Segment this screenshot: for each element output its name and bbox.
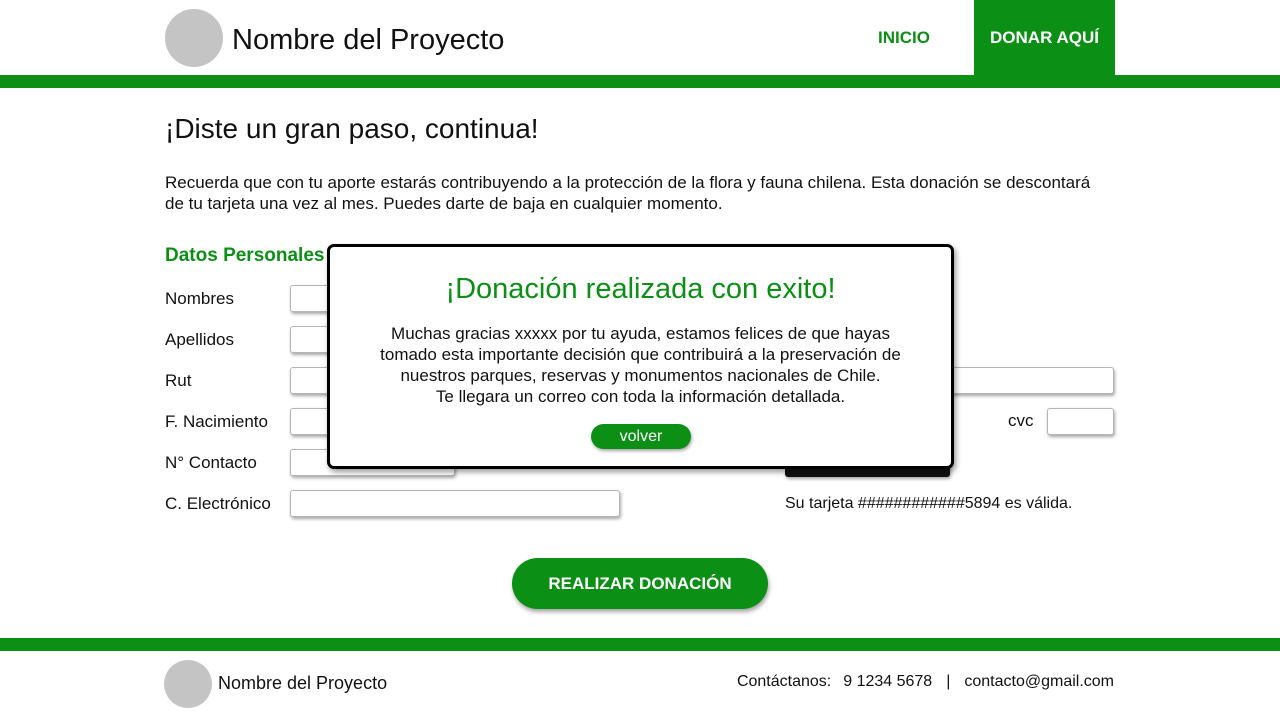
modal-title: ¡Donación realizada con exito!	[445, 273, 836, 305]
header-divider	[0, 75, 1280, 88]
site-header: Nombre del Proyecto INICIO DONAR AQUÍ	[0, 0, 1280, 75]
modal-line-4: Te llegara un correo con toda la informa…	[435, 387, 846, 406]
label-rut: Rut	[165, 371, 192, 390]
section-title-personal: Datos Personales	[165, 245, 325, 266]
footer-contact: Contáctanos: 9 1234 5678 | contacto@gmai…	[737, 673, 1114, 691]
email-input[interactable]	[290, 490, 620, 517]
cvc-input[interactable]	[1047, 408, 1114, 435]
card-status-text: Su tarjeta ############5894 es válida.	[785, 495, 1073, 512]
realizar-donacion-button[interactable]: REALIZAR DONACIÓN	[512, 558, 768, 609]
nav-donar-button[interactable]: DONAR AQUÍ	[974, 0, 1115, 75]
contact-separator: |	[946, 673, 951, 690]
modal-message: Muchas gracias xxxxx por tu ayuda, estam…	[350, 323, 931, 407]
label-nombres: Nombres	[165, 289, 234, 308]
card-number-input[interactable]	[940, 367, 1114, 394]
footer-brand: Nombre del Proyecto	[218, 673, 388, 693]
volver-button[interactable]: volver	[591, 424, 691, 449]
intro-text: Recuerda que con tu aporte estarás contr…	[165, 173, 1091, 213]
contact-phone: 9 1234 5678	[843, 673, 933, 690]
label-cvc: cvc	[1008, 411, 1034, 430]
footer-logo-placeholder	[164, 660, 212, 708]
contact-email[interactable]: contacto@gmail.com	[964, 673, 1114, 691]
logo-placeholder[interactable]	[165, 9, 223, 67]
contact-label: Contáctanos:	[736, 673, 832, 690]
label-contacto: N° Contacto	[165, 453, 257, 472]
site-brand[interactable]: Nombre del Proyecto	[232, 24, 504, 57]
modal-line-2: tomado esta importante decisión que cont…	[380, 345, 901, 364]
label-apellidos: Apellidos	[165, 330, 234, 349]
nav-inicio-link[interactable]: INICIO	[850, 0, 958, 75]
modal-line-1: Muchas gracias xxxxx por tu ayuda, estam…	[391, 324, 890, 343]
page-title: ¡Diste un gran paso, continua!	[165, 113, 539, 144]
footer-divider	[0, 638, 1280, 651]
success-modal: ¡Donación realizada con exito! Muchas gr…	[327, 244, 954, 469]
label-email: C. Electrónico	[165, 494, 271, 513]
label-nacimiento: F. Nacimiento	[165, 412, 268, 431]
modal-line-3: nuestros parques, reservas y monumentos …	[400, 366, 881, 385]
